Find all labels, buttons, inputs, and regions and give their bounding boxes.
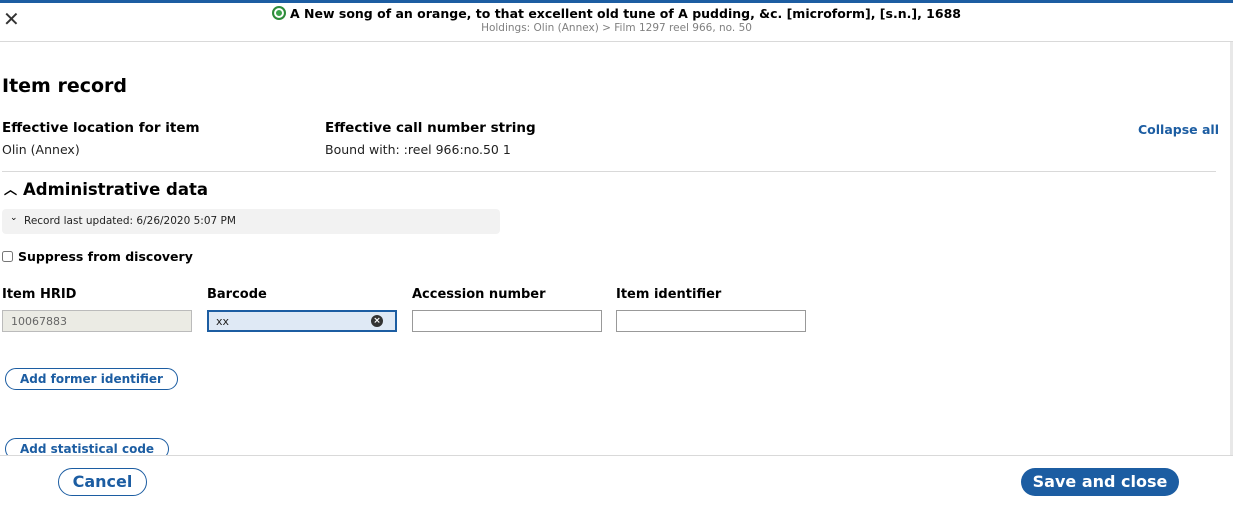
item-record-heading: Item record <box>2 75 127 97</box>
pane-subtitle: Holdings: Olin (Annex) > Film 1297 reel … <box>481 22 752 34</box>
effective-location-value: Olin (Annex) <box>2 142 80 157</box>
item-hrid-label: Item HRID <box>2 287 77 302</box>
section-divider <box>2 171 1216 172</box>
instance-status-icon <box>272 6 287 20</box>
pane-footer: Cancel Save and close <box>0 455 1233 511</box>
pane-title-text: A New song of an orange, to that excelle… <box>290 6 961 21</box>
barcode-field[interactable]: xx × <box>207 310 397 332</box>
cancel-button[interactable]: Cancel <box>58 468 147 496</box>
call-number-label: Effective call number string <box>325 120 536 136</box>
chevron-down-icon: ⌄ <box>10 213 18 223</box>
suppress-from-discovery[interactable]: Suppress from discovery <box>2 249 193 264</box>
save-and-close-button[interactable]: Save and close <box>1021 468 1179 496</box>
record-last-updated-text: Record last updated: 6/26/2020 5:07 PM <box>24 215 236 227</box>
call-number-value: Bound with: :reel 966:no.50 1 <box>325 142 511 157</box>
administrative-data-toggle[interactable]: ︿ Administrative data <box>4 180 208 199</box>
item-identifier-field[interactable] <box>616 310 806 332</box>
add-former-identifier-button[interactable]: Add former identifier <box>5 368 178 390</box>
item-hrid-field: 10067883 <box>2 310 192 332</box>
suppress-from-discovery-label: Suppress from discovery <box>18 249 193 264</box>
pane-title: A New song of an orange, to that excelle… <box>0 6 1233 21</box>
collapse-all-button[interactable]: Collapse all <box>1138 122 1219 137</box>
clear-field-icon[interactable]: × <box>371 315 383 327</box>
pane-title-block: A New song of an orange, to that excelle… <box>0 6 1233 34</box>
chevron-up-icon: ︿ <box>4 183 18 198</box>
effective-location-label: Effective location for item <box>2 120 200 136</box>
accession-number-field[interactable] <box>412 310 602 332</box>
suppress-from-discovery-checkbox[interactable] <box>2 251 13 262</box>
barcode-field-value: xx <box>216 315 230 328</box>
item-identifier-label: Item identifier <box>616 287 722 302</box>
item-form: Item record Effective location for item … <box>0 42 1233 460</box>
accession-number-label: Accession number <box>412 287 546 302</box>
barcode-label: Barcode <box>207 287 267 302</box>
administrative-data-heading: Administrative data <box>23 180 209 199</box>
pane-header: ✕ A New song of an orange, to that excel… <box>0 3 1233 42</box>
record-last-updated-accordion[interactable]: ⌄ Record last updated: 6/26/2020 5:07 PM <box>2 209 500 234</box>
